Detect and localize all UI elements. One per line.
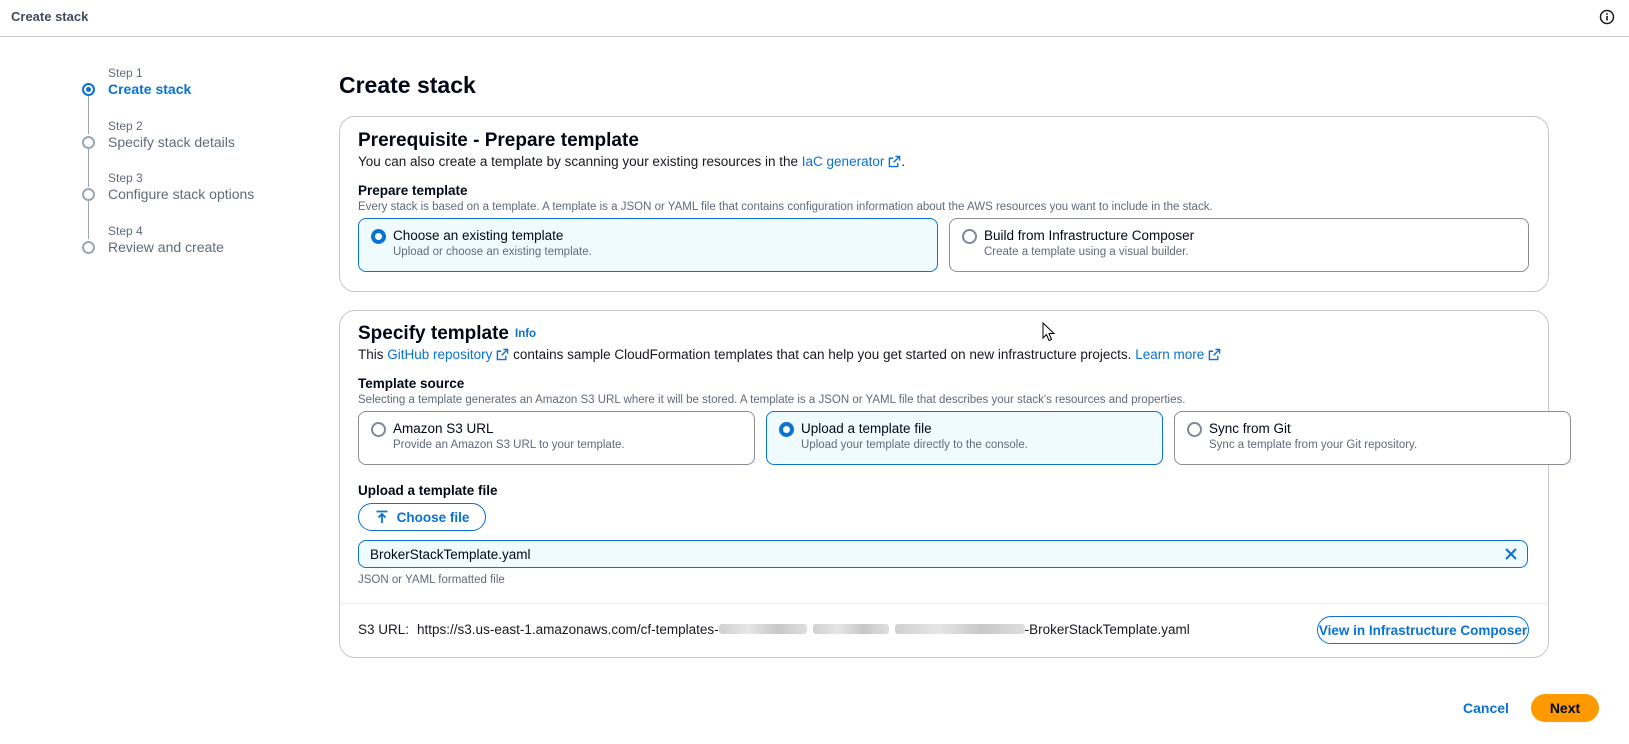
specify-template-panel: Specify template Info This GitHub reposit…	[339, 310, 1571, 658]
specify-template-heading: Specify template Info	[358, 323, 536, 345]
button-label: View in Infrastructure Composer	[1318, 622, 1528, 638]
view-in-infrastructure-composer-button[interactable]: View in Infrastructure Composer	[1317, 616, 1529, 644]
close-icon[interactable]	[1504, 547, 1518, 561]
option-title: Sync from Git	[1209, 421, 1291, 436]
option-title: Build from Infrastructure Composer	[984, 228, 1195, 243]
step-label: Specify stack details	[108, 133, 235, 150]
specify-description: This GitHub repository contains sample C…	[358, 347, 1221, 362]
template-source-description: Selecting a template generates an Amazon…	[358, 394, 1186, 406]
choose-file-button[interactable]: Choose file	[358, 503, 486, 531]
mouse-cursor-icon	[1042, 322, 1056, 342]
option-build-from-composer[interactable]: Build from Infrastructure Composer Creat…	[949, 218, 1529, 272]
option-description: Upload your template directly to the con…	[801, 439, 1028, 451]
info-icon[interactable]	[1599, 9, 1615, 25]
divider	[340, 603, 1548, 604]
step-label: Configure stack options	[108, 186, 255, 202]
radio-unselected-icon[interactable]	[371, 422, 386, 437]
prerequisite-description: You can also create a template by scanni…	[358, 154, 905, 169]
step-number: Step 3	[108, 171, 143, 185]
step-indicator-icon	[82, 83, 95, 96]
option-amazon-s3-url[interactable]: Amazon S3 URL Provide an Amazon S3 URL t…	[358, 411, 755, 465]
prepare-template-label: Prepare template	[358, 183, 468, 198]
step-number: Step 2	[108, 118, 143, 133]
header-title: Create stack	[11, 9, 89, 24]
option-upload-template-file[interactable]: Upload a template file Upload your templ…	[766, 411, 1163, 465]
info-link[interactable]: Info	[515, 328, 536, 340]
step-label: Create stack	[108, 81, 192, 97]
file-name: BrokerStackTemplate.yaml	[370, 547, 531, 562]
redacted-text	[812, 624, 889, 634]
description-middle: contains sample CloudFormation templates…	[513, 347, 1132, 362]
option-title: Choose an existing template	[393, 228, 564, 243]
template-source-label: Template source	[358, 376, 465, 391]
step-1[interactable]: Step 1 Create stack	[80, 66, 340, 134]
redacted-text	[718, 624, 807, 634]
page-title: Create stack	[339, 72, 476, 98]
step-number: Step 1	[108, 66, 143, 80]
step-indicator-icon	[82, 135, 95, 149]
radio-unselected-icon[interactable]	[1187, 422, 1202, 437]
step-label: Review and create	[108, 238, 224, 255]
iac-generator-link[interactable]: IaC generator	[802, 154, 902, 169]
step-4: Step 4 Review and create	[80, 224, 340, 277]
option-sync-from-git[interactable]: Sync from Git Sync a template from your …	[1174, 411, 1571, 465]
link-text: IaC generator	[801, 154, 885, 169]
upload-icon	[376, 510, 388, 523]
option-description: Sync a template from your Git repository…	[1209, 439, 1418, 451]
cancel-button[interactable]: Cancel	[1463, 700, 1509, 716]
step-2: Step 2 Specify stack details	[80, 118, 340, 187]
wizard-steps: Step 1 Create stack Step 2 Specify stack…	[80, 66, 340, 276]
link-text: GitHub repository	[387, 347, 493, 362]
external-link-icon	[889, 155, 901, 168]
external-link-icon	[1208, 348, 1221, 361]
file-hint: JSON or YAML formatted file	[358, 574, 505, 586]
step-indicator-icon	[82, 188, 95, 201]
option-title: Upload a template file	[801, 421, 932, 436]
step-indicator-icon	[82, 240, 95, 254]
button-label: Choose file	[396, 509, 470, 525]
description-text: You can also create a template by scanni…	[358, 154, 799, 169]
selected-file-token: BrokerStackTemplate.yaml	[358, 540, 1528, 568]
radio-selected-icon[interactable]	[371, 229, 386, 244]
option-description: Upload or choose an existing template.	[393, 246, 592, 258]
heading-text: Specify template	[358, 323, 509, 344]
link-text: Learn more	[1135, 347, 1205, 362]
prepare-template-description: Every stack is based on a template. A te…	[358, 201, 1213, 213]
description-text: This	[358, 347, 384, 362]
s3-url-row: S3 URL: https://s3.us-east-1.amazonaws.co…	[358, 622, 1190, 637]
github-repository-link[interactable]: GitHub repository	[387, 347, 509, 362]
s3-url-suffix: -BrokerStackTemplate.yaml	[1024, 622, 1190, 637]
s3-url-label: S3 URL:	[358, 622, 410, 637]
option-choose-existing-template[interactable]: Choose an existing template Upload or ch…	[358, 218, 938, 272]
redacted-text	[894, 624, 1025, 634]
upload-template-label: Upload a template file	[358, 483, 498, 498]
radio-selected-icon[interactable]	[779, 422, 794, 437]
option-description: Provide an Amazon S3 URL to your templat…	[393, 439, 625, 451]
external-link-icon	[497, 348, 509, 361]
top-bar: Create stack	[0, 0, 1629, 37]
prerequisite-heading: Prerequisite - Prepare template	[358, 130, 639, 151]
radio-unselected-icon[interactable]	[962, 229, 977, 244]
learn-more-link[interactable]: Learn more	[1135, 347, 1221, 362]
option-description: Create a template using a visual builder…	[984, 246, 1189, 258]
step-3: Step 3 Configure stack options	[80, 171, 340, 239]
option-title: Amazon S3 URL	[393, 421, 494, 436]
prerequisite-panel: Prerequisite - Prepare template You can …	[339, 116, 1549, 292]
s3-url-prefix: https://s3.us-east-1.amazonaws.com/cf-te…	[417, 622, 719, 637]
step-number: Step 4	[108, 223, 143, 238]
next-button[interactable]: Next	[1531, 694, 1599, 722]
description-suffix: .	[901, 154, 906, 169]
